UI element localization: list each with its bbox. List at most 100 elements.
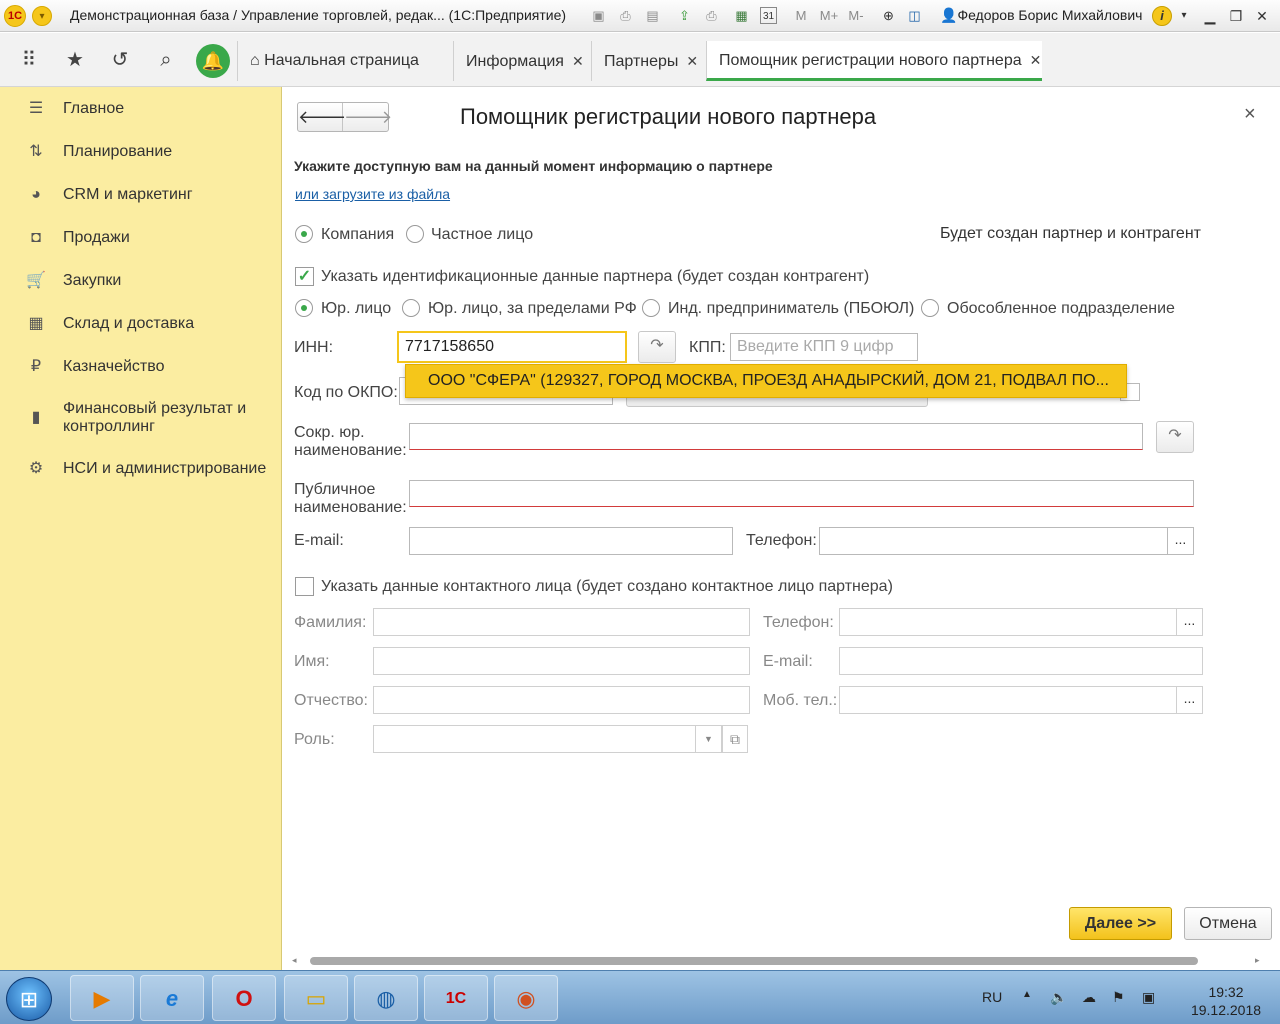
tab-partner-wizard[interactable]: Помощник регистрации нового партнера ✕ bbox=[706, 41, 1042, 81]
opera-icon[interactable]: O bbox=[212, 975, 276, 1021]
sidebar-item-treasury[interactable]: ₽ Казначейство bbox=[0, 357, 282, 397]
close-tab-icon[interactable]: ✕ bbox=[1030, 52, 1042, 68]
network-icon[interactable]: ☁ bbox=[1082, 989, 1096, 1006]
radio-foreign-entity-label: Юр. лицо, за пределами РФ bbox=[428, 300, 637, 317]
favorites-star-icon[interactable]: ★ bbox=[62, 47, 88, 73]
mobile-more-button[interactable]: ... bbox=[1177, 686, 1203, 714]
radio-legal-entity[interactable] bbox=[295, 299, 313, 317]
public-name-input[interactable] bbox=[409, 480, 1194, 507]
sidebar-item-admin[interactable]: ⚙ НСИ и администрирование bbox=[0, 459, 282, 499]
print2-icon[interactable]: ⎙ bbox=[703, 7, 720, 24]
first-name-input[interactable] bbox=[373, 647, 750, 675]
history-icon[interactable]: ↺ bbox=[107, 47, 133, 73]
back-arrow-icon[interactable]: 🡐 bbox=[298, 103, 346, 131]
preview-icon[interactable]: ▤ bbox=[644, 7, 661, 24]
radio-division[interactable] bbox=[921, 299, 939, 317]
info-icon[interactable]: i bbox=[1152, 6, 1172, 26]
flag-icon[interactable]: ⚑ bbox=[1112, 989, 1125, 1006]
phone-more-button[interactable]: ... bbox=[1168, 527, 1194, 555]
language-indicator[interactable]: RU bbox=[982, 989, 1002, 1005]
restore-icon[interactable]: ❐ bbox=[1226, 6, 1246, 26]
monitor-icon[interactable]: ▣ bbox=[1142, 989, 1155, 1006]
memory-icon[interactable]: M bbox=[794, 7, 808, 24]
contact-phone-input[interactable] bbox=[839, 608, 1177, 636]
close-tab-icon[interactable]: ✕ bbox=[572, 53, 584, 69]
windows-logo-icon: ⊞ bbox=[19, 987, 39, 1012]
tab-information[interactable]: Информация ✕ bbox=[453, 41, 591, 81]
radio-person[interactable] bbox=[406, 225, 424, 243]
chevron-down-icon[interactable]: ▼ bbox=[696, 725, 722, 753]
horizontal-scrollbar[interactable] bbox=[310, 957, 1198, 965]
inn-label: ИНН: bbox=[294, 339, 334, 356]
minimize-icon[interactable]: ▁ bbox=[1200, 6, 1220, 26]
inn-input[interactable]: 7717158650 bbox=[397, 331, 627, 363]
inn-suggestion-item[interactable]: ООО "СФЕРА" (129327, ГОРОД МОСКВА, ПРОЕЗ… bbox=[405, 364, 1127, 398]
chevron-down-icon[interactable]: ▾ bbox=[1174, 6, 1194, 26]
radio-foreign-entity[interactable] bbox=[402, 299, 420, 317]
media-player-icon[interactable]: ▶ bbox=[70, 975, 134, 1021]
surname-input[interactable] bbox=[373, 608, 750, 636]
open-role-icon[interactable]: ⧉ bbox=[722, 725, 748, 753]
apps-grid-icon[interactable]: ⠿ bbox=[16, 47, 42, 73]
ident-checkbox[interactable]: ✓ bbox=[295, 267, 314, 286]
volume-muted-icon[interactable]: 🔈 bbox=[1050, 989, 1067, 1006]
sidebar-item-warehouse[interactable]: ▦ Склад и доставка bbox=[0, 314, 282, 354]
load-from-file-link[interactable]: или загрузите из файла bbox=[295, 186, 450, 202]
warehouse-icon: ▦ bbox=[28, 315, 44, 332]
save-icon[interactable]: ▣ bbox=[590, 7, 607, 24]
sidebar-item-main[interactable]: ☰ Главное bbox=[0, 99, 282, 139]
search-icon[interactable]: ⌕ bbox=[153, 47, 179, 73]
internet-explorer-icon[interactable]: e bbox=[140, 975, 204, 1021]
app-icon[interactable]: ◍ bbox=[354, 975, 418, 1021]
calendar-icon[interactable]: 31 bbox=[760, 7, 777, 24]
upload-icon[interactable]: ⇪ bbox=[676, 7, 693, 24]
memory-plus-icon[interactable]: M+ bbox=[818, 7, 840, 24]
contact-phone-more-button[interactable]: ... bbox=[1177, 608, 1203, 636]
next-button[interactable]: Далее >> bbox=[1069, 907, 1172, 940]
memory-minus-icon[interactable]: M- bbox=[845, 7, 867, 24]
zoom-icon[interactable]: ⊕ bbox=[880, 7, 897, 24]
camera-icon[interactable]: ◉ bbox=[494, 975, 558, 1021]
start-button[interactable]: ⊞ bbox=[6, 977, 52, 1021]
mobile-input[interactable] bbox=[839, 686, 1177, 714]
sidebar-item-planning[interactable]: ⇅ Планирование bbox=[0, 142, 282, 182]
kpp-input[interactable]: Введите КПП 9 цифр bbox=[730, 333, 918, 361]
patronymic-input[interactable] bbox=[373, 686, 750, 714]
contact-checkbox[interactable] bbox=[295, 577, 314, 596]
1c-icon[interactable]: 1С bbox=[424, 975, 488, 1021]
1c-logo-icon[interactable]: 1С bbox=[4, 5, 26, 27]
radio-company[interactable] bbox=[295, 225, 313, 243]
short-name-fill-button[interactable]: ↷ bbox=[1156, 421, 1194, 453]
explorer-icon[interactable]: ▭ bbox=[284, 975, 348, 1021]
role-select[interactable] bbox=[373, 725, 696, 753]
current-user[interactable]: 👤Федоров Борис Михайлович bbox=[940, 7, 1142, 24]
contact-email-input[interactable] bbox=[839, 647, 1203, 675]
cart-icon: 🛒 bbox=[26, 272, 46, 289]
sidebar-item-crm[interactable]: ◕ CRM и маркетинг bbox=[0, 185, 282, 225]
email-input[interactable] bbox=[409, 527, 733, 555]
close-window-icon[interactable]: ✕ bbox=[1252, 6, 1272, 26]
radio-division-label: Обособленное подразделение bbox=[947, 300, 1175, 317]
short-name-input[interactable] bbox=[409, 423, 1143, 450]
clock[interactable]: 19:32 19.12.2018 bbox=[1178, 983, 1274, 1019]
tab-partners[interactable]: Партнеры ✕ bbox=[591, 41, 706, 81]
sidebar-item-purchases[interactable]: 🛒 Закупки bbox=[0, 271, 282, 311]
tray-arrow-icon[interactable]: ▲ bbox=[1022, 989, 1032, 1000]
phone-input[interactable] bbox=[819, 527, 1168, 555]
notifications-bell-icon[interactable]: 🔔 bbox=[196, 44, 230, 78]
close-form-icon[interactable]: × bbox=[1244, 103, 1256, 126]
tab-home[interactable]: ⌂ Начальная страница bbox=[237, 41, 453, 81]
main-menu-button[interactable]: ▾ bbox=[32, 6, 52, 26]
sidebar-item-sales[interactable]: ◘ Продажи bbox=[0, 228, 282, 268]
panel-icon[interactable]: ◫ bbox=[906, 7, 923, 24]
scroll-right-icon[interactable]: ▸ bbox=[1255, 955, 1260, 966]
calculator-icon[interactable]: ▦ bbox=[733, 7, 750, 24]
fill-by-inn-button[interactable]: ↷ bbox=[638, 331, 676, 363]
close-tab-icon[interactable]: ✕ bbox=[686, 53, 698, 69]
sidebar-item-finance[interactable]: ▮ Финансовый результат и контроллинг bbox=[0, 400, 282, 450]
print-icon[interactable]: ⎙ bbox=[617, 7, 634, 24]
scroll-left-icon[interactable]: ◂ bbox=[292, 955, 297, 966]
forward-arrow-icon[interactable]: 🡒 bbox=[344, 103, 392, 131]
cancel-button[interactable]: Отмена bbox=[1184, 907, 1272, 940]
radio-entrepreneur[interactable] bbox=[642, 299, 660, 317]
